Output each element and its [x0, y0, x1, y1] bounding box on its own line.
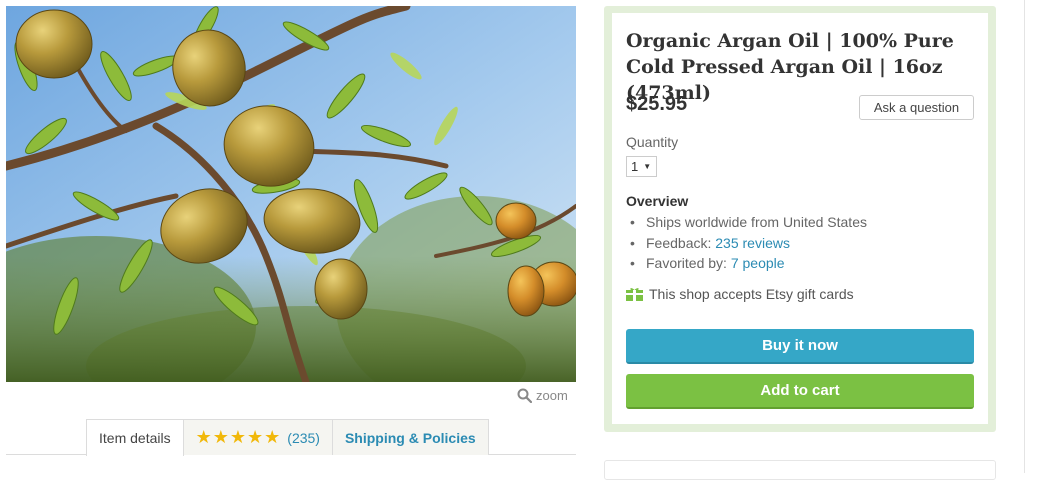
gift-card-notice: This shop accepts Etsy gift cards [626, 286, 854, 302]
review-count: (235) [287, 429, 320, 446]
zoom-label: zoom [536, 388, 568, 403]
tab-shipping-policies-label: Shipping & Policies [344, 429, 476, 446]
tab-item-details[interactable]: Item details [86, 419, 184, 456]
tab-item-details-label: Item details [99, 430, 171, 446]
argan-tree-illustration [6, 6, 576, 382]
overview-list: • Ships worldwide from United States • F… [626, 212, 867, 274]
quantity-select[interactable]: 1 ▼ [626, 156, 657, 177]
gift-card-text: This shop accepts Etsy gift cards [649, 286, 854, 302]
gift-icon [626, 288, 643, 301]
page-margin [1025, 0, 1053, 473]
tab-reviews[interactable]: ★★★★★ (235) [182, 419, 333, 455]
lower-card [604, 460, 996, 480]
product-price: $25.95 [626, 93, 688, 115]
list-item: • Favorited by: 7 people [626, 253, 867, 274]
feedback-label: Feedback: [646, 234, 712, 251]
bullet-icon: • [630, 214, 635, 230]
bullet-icon: • [630, 255, 635, 271]
ask-question-button[interactable]: Ask a question [859, 95, 974, 120]
listing-tabs: Item details ★★★★★ (235) Shipping & Poli… [86, 419, 489, 456]
feedback-reviews-link[interactable]: 235 reviews [715, 233, 790, 254]
list-item: • Feedback: 235 reviews [626, 233, 867, 254]
ships-from: Ships worldwide from United States [646, 214, 867, 230]
quantity-label: Quantity [626, 134, 679, 150]
buy-it-now-button[interactable]: Buy it now [626, 329, 974, 364]
overview-heading: Overview [626, 193, 689, 209]
magnifier-icon [517, 388, 532, 403]
favorited-people-link[interactable]: 7 people [731, 253, 785, 274]
add-to-cart-button[interactable]: Add to cart [626, 374, 974, 409]
product-photo[interactable] [6, 6, 576, 382]
tab-shipping-policies[interactable]: Shipping & Policies [331, 419, 489, 455]
rating-stars-icon: ★★★★★ [195, 427, 282, 447]
chevron-down-icon: ▼ [643, 162, 652, 171]
bullet-icon: • [630, 234, 635, 251]
favorited-label: Favorited by: [646, 255, 727, 271]
zoom-button[interactable]: zoom [517, 388, 568, 403]
quantity-value: 1 [631, 159, 639, 174]
list-item: • Ships worldwide from United States [626, 212, 867, 233]
